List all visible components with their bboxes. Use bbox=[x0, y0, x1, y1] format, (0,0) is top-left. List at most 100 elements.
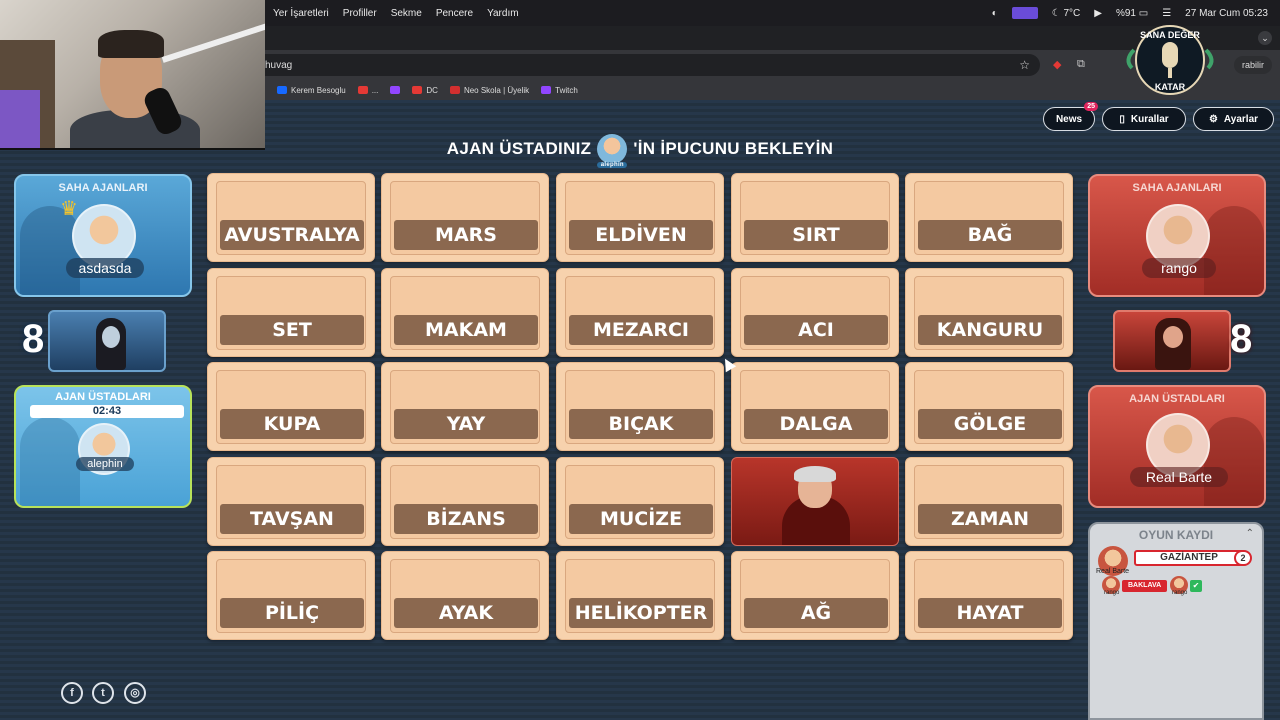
red-operatives-panel: SAHA AJANLARI rango bbox=[1088, 174, 1266, 297]
word-card-label: TAVŞAN bbox=[220, 504, 364, 534]
word-card-label: ELDİVEN bbox=[569, 220, 713, 250]
word-card[interactable]: ACI bbox=[731, 268, 899, 357]
word-card[interactable]: BAĞ bbox=[905, 173, 1073, 262]
battery-percent: %91 bbox=[1115, 7, 1136, 19]
play-icon[interactable]: ▶ bbox=[1094, 8, 1102, 19]
behance-icon bbox=[277, 86, 287, 94]
word-card[interactable]: BİZANS bbox=[381, 457, 549, 546]
log-clue-number: 2 bbox=[1234, 550, 1252, 566]
word-card[interactable]: MUCİZE bbox=[556, 457, 724, 546]
word-card-label: ACI bbox=[744, 315, 888, 345]
tray-app-icon[interactable] bbox=[1011, 7, 1038, 19]
word-card[interactable]: PİLİÇ bbox=[207, 551, 375, 640]
facebook-icon[interactable]: f bbox=[61, 682, 83, 704]
word-card[interactable]: KUPA bbox=[207, 362, 375, 451]
twitter-icon[interactable]: t bbox=[92, 682, 114, 704]
puzzle-icon[interactable]: ⧉ bbox=[1077, 58, 1085, 71]
weather-icon[interactable]: ☾ 7°C bbox=[1052, 8, 1081, 19]
red-spymaster-name[interactable]: Real Barte bbox=[1130, 467, 1228, 487]
menu-help[interactable]: Yardım bbox=[487, 8, 519, 19]
twitch-icon bbox=[390, 86, 401, 94]
instagram-icon[interactable]: ◎ bbox=[124, 682, 146, 704]
word-card-label: MEZARCI bbox=[569, 315, 713, 345]
blue-spymasters-panel: AJAN ÜSTADLARI 02:43 alephin bbox=[14, 385, 192, 508]
menu-profiles[interactable]: Profiller bbox=[343, 8, 377, 19]
word-card[interactable]: GÖLGE bbox=[905, 362, 1073, 451]
bookmark-item[interactable]: DC bbox=[412, 86, 438, 95]
word-card[interactable]: SIRT bbox=[731, 173, 899, 262]
battery-indicator[interactable]: %91 ▭ bbox=[1116, 8, 1148, 19]
blue-operatives-panel: SAHA AJANLARI ♛ asdasda bbox=[14, 174, 192, 297]
bookmark-label: DC bbox=[426, 85, 438, 95]
word-card[interactable]: KANGURU bbox=[905, 268, 1073, 357]
control-center-icon[interactable]: ☰ bbox=[1162, 8, 1171, 19]
bookmark-item[interactable]: Twitch bbox=[541, 86, 578, 95]
update-button[interactable]: rabilir bbox=[1233, 56, 1272, 74]
url-text: huvag bbox=[265, 59, 293, 71]
red-operative-name[interactable]: rango bbox=[1142, 258, 1216, 278]
word-card-label: AĞ bbox=[744, 598, 888, 628]
word-card[interactable]: SET bbox=[207, 268, 375, 357]
blue-spymaster-name[interactable]: alephin bbox=[76, 457, 134, 471]
word-card-label: BİZANS bbox=[394, 504, 538, 534]
word-card[interactable]: BIÇAK bbox=[556, 362, 724, 451]
word-card-label: BAĞ bbox=[918, 220, 1062, 250]
bookmark-star-icon[interactable]: ☆ bbox=[1019, 58, 1030, 72]
extension-icon[interactable]: ◆ bbox=[1053, 58, 1061, 71]
word-card[interactable]: MARS bbox=[381, 173, 549, 262]
word-card[interactable]: DALGA bbox=[731, 362, 899, 451]
menu-window[interactable]: Pencere bbox=[436, 8, 473, 19]
menu-bookmarks[interactable]: Yer İşaretleri bbox=[273, 8, 329, 19]
url-input[interactable]: huvag ☆ bbox=[265, 54, 1040, 76]
rules-button[interactable]: ▯ Kurallar bbox=[1102, 107, 1186, 131]
settings-button[interactable]: ⚙ Ayarlar bbox=[1193, 107, 1274, 131]
turn-timer: 02:43 bbox=[30, 405, 184, 418]
word-card[interactable]: MEZARCI bbox=[556, 268, 724, 357]
screen-icon[interactable]: ◐ bbox=[992, 8, 998, 19]
red-agent-silhouette bbox=[1204, 206, 1264, 295]
news-label: News bbox=[1055, 113, 1083, 125]
word-card-label: KUPA bbox=[220, 409, 364, 439]
logo-bottom-text: KATAR bbox=[1155, 82, 1186, 92]
word-card[interactable]: AYAK bbox=[381, 551, 549, 640]
game-log-panel: OYUN KAYDI ⌃ Real Barte GAZİANTEP 2 rang… bbox=[1088, 522, 1264, 720]
word-card[interactable]: HELİKOPTER bbox=[556, 551, 724, 640]
bookmark-label: Neo Skola | Üyelik bbox=[463, 85, 530, 95]
word-card[interactable]: YAY bbox=[381, 362, 549, 451]
word-card-label: SET bbox=[220, 315, 364, 345]
red-spymasters-panel: AJAN ÜSTADLARI Real Barte bbox=[1088, 385, 1266, 508]
word-card-label: GÖLGE bbox=[918, 409, 1062, 439]
bookmark-label: ... bbox=[371, 85, 379, 95]
bookmark-item[interactable]: Kerem Besoglu bbox=[277, 86, 346, 95]
word-card[interactable]: HAYAT bbox=[905, 551, 1073, 640]
bookmark-icon: ▯ bbox=[1119, 113, 1125, 125]
tab-search-icon[interactable]: ⌄ bbox=[1258, 31, 1272, 45]
word-card[interactable]: ELDİVEN bbox=[556, 173, 724, 262]
word-card-label: YAY bbox=[394, 409, 538, 439]
webcam-light bbox=[0, 90, 40, 148]
news-badge: 25 bbox=[1084, 102, 1098, 111]
crown-icon: ♛ bbox=[60, 198, 78, 220]
chevron-up-icon[interactable]: ⌃ bbox=[1246, 528, 1254, 539]
bookmark-icon bbox=[449, 86, 460, 94]
blue-spymaster-silhouette bbox=[20, 417, 80, 506]
word-card[interactable]: MAKAM bbox=[381, 268, 549, 357]
word-card[interactable]: AĞ bbox=[731, 551, 899, 640]
bookmark-item[interactable] bbox=[390, 86, 401, 94]
word-card[interactable]: AVUSTRALYA bbox=[207, 173, 375, 262]
menu-tab[interactable]: Sekme bbox=[391, 8, 422, 19]
gear-icon: ⚙ bbox=[1208, 113, 1218, 125]
word-card-label: MARS bbox=[394, 220, 538, 250]
bookmark-item[interactable]: Neo Skola | Üyelik bbox=[449, 85, 530, 95]
bookmark-label: Twitch bbox=[555, 85, 578, 95]
news-button[interactable]: News 25 bbox=[1043, 102, 1098, 131]
clock[interactable]: 27 Mar Cum 05:23 bbox=[1185, 8, 1268, 19]
title-prefix: AJAN ÜSTADINIZ bbox=[446, 139, 592, 158]
bookmark-item[interactable]: ... bbox=[357, 85, 379, 95]
word-card[interactable]: TAVŞAN bbox=[207, 457, 375, 546]
log-guesser-name-2: rango bbox=[1172, 590, 1188, 596]
log-guesser-name: rango bbox=[1104, 590, 1120, 596]
blue-operative-name[interactable]: asdasda bbox=[66, 258, 144, 278]
streamer-hair bbox=[98, 30, 164, 58]
word-card[interactable]: ZAMAN bbox=[905, 457, 1073, 546]
